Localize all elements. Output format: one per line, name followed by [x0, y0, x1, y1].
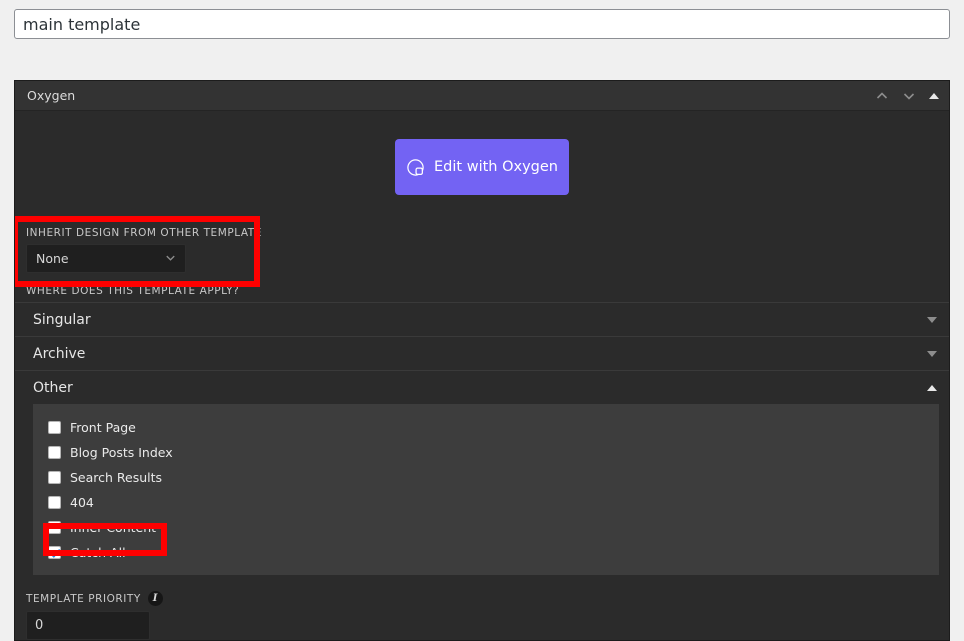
accordion-archive[interactable]: Archive [15, 336, 949, 370]
option-catch-all[interactable]: Catch All [33, 540, 939, 565]
inherit-template-selected-value: None [36, 251, 164, 266]
metabox-controls [875, 89, 939, 103]
triangle-down-icon [927, 317, 937, 323]
template-apply-label: Where does this template apply? [15, 282, 949, 302]
checkbox-search-results[interactable] [48, 471, 61, 484]
other-options-list: Front Page Blog Posts Index Search Resul… [33, 404, 939, 575]
option-404-label: 404 [70, 495, 94, 510]
option-front-page-label: Front Page [70, 420, 136, 435]
triangle-up-icon [927, 385, 937, 391]
edit-with-oxygen-row: Edit with Oxygen [15, 111, 949, 215]
collapse-panel-icon[interactable] [929, 93, 939, 99]
option-catch-all-label: Catch All [70, 545, 126, 560]
checkbox-inner-content[interactable] [48, 521, 61, 534]
template-title-input[interactable] [14, 9, 950, 39]
option-404[interactable]: 404 [33, 490, 939, 515]
option-search-results[interactable]: Search Results [33, 465, 939, 490]
edit-with-oxygen-label: Edit with Oxygen [434, 159, 558, 175]
template-priority-input[interactable] [26, 611, 150, 640]
template-apply-section: Where does this template apply? Singular… [15, 282, 949, 575]
accordion-singular[interactable]: Singular [15, 302, 949, 336]
checkbox-catch-all[interactable] [48, 546, 61, 559]
option-front-page[interactable]: Front Page [33, 415, 939, 440]
triangle-down-icon [927, 351, 937, 357]
template-priority-label-row: Template Priority i [26, 591, 949, 611]
oxygen-metabox: Oxygen Edit with Oxygen Inherit design f… [14, 80, 950, 641]
title-row [0, 0, 964, 39]
move-down-icon[interactable] [902, 89, 916, 103]
option-search-results-label: Search Results [70, 470, 162, 485]
option-inner-content[interactable]: Inner Content [33, 515, 939, 540]
metabox-header: Oxygen [15, 81, 949, 111]
inherit-design-section: Inherit design from other template None [15, 215, 949, 282]
option-blog-posts-index[interactable]: Blog Posts Index [33, 440, 939, 465]
option-inner-content-label: Inner Content [70, 520, 156, 535]
template-priority-label: Template Priority [26, 593, 141, 605]
accordion-other-label: Other [33, 380, 927, 396]
checkbox-404[interactable] [48, 496, 61, 509]
edit-with-oxygen-button[interactable]: Edit with Oxygen [395, 139, 569, 195]
checkbox-front-page[interactable] [48, 421, 61, 434]
move-up-icon[interactable] [875, 89, 889, 103]
accordion-singular-label: Singular [33, 312, 927, 328]
inherit-template-select[interactable]: None [26, 244, 186, 273]
accordion-other[interactable]: Other [15, 370, 949, 404]
oxygen-logo-icon [406, 158, 425, 177]
template-priority-section: Template Priority i [15, 575, 949, 640]
chevron-down-icon [164, 251, 177, 267]
option-blog-posts-index-label: Blog Posts Index [70, 445, 173, 460]
info-icon[interactable]: i [148, 591, 163, 606]
accordion-archive-label: Archive [33, 346, 927, 362]
metabox-title: Oxygen [27, 88, 875, 103]
inherit-design-label: Inherit design from other template [15, 227, 949, 244]
checkbox-blog-posts-index[interactable] [48, 446, 61, 459]
